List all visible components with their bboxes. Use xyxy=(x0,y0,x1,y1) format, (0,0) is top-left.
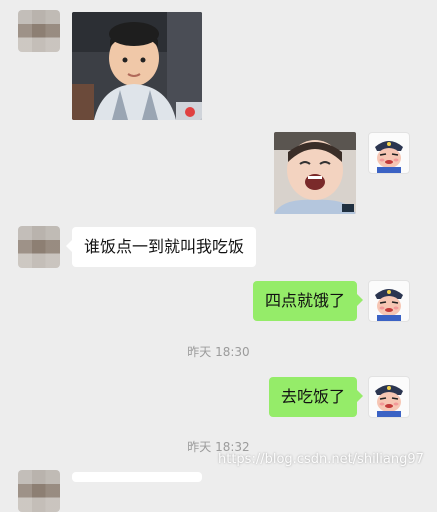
outgoing-message-bubble[interactable]: 四点就饿了 xyxy=(252,281,363,321)
message-text: 四点就饿了 xyxy=(264,291,345,310)
contact-avatar[interactable] xyxy=(18,226,60,268)
message-text: 去吃饭了 xyxy=(280,387,345,406)
cartoon-police-icon xyxy=(375,141,403,173)
outgoing-image-message[interactable] xyxy=(274,132,356,214)
bubble-tail xyxy=(357,294,363,306)
message-text: 谁饭点一到就叫我吃饭 xyxy=(84,237,245,256)
crying-baby-photo xyxy=(274,132,356,214)
contact-avatar[interactable] xyxy=(18,10,60,52)
watermark: https://blog.csdn.net/shiliang97 xyxy=(218,452,424,467)
incoming-message-bubble-partial[interactable] xyxy=(72,472,202,482)
contact-avatar[interactable] xyxy=(18,470,60,512)
timestamp: 昨天 18:30 xyxy=(187,345,250,359)
bubble-tail xyxy=(357,390,363,402)
outgoing-message-bubble[interactable]: 去吃饭了 xyxy=(268,377,363,417)
incoming-image-message[interactable] xyxy=(72,12,202,120)
cartoon-police-icon xyxy=(375,385,403,417)
my-avatar[interactable] xyxy=(368,376,410,418)
my-avatar[interactable] xyxy=(368,132,410,174)
incoming-message-bubble[interactable]: 谁饭点一到就叫我吃饭 xyxy=(66,227,257,267)
bubble-tail xyxy=(66,240,72,252)
child-photo xyxy=(72,12,202,120)
my-avatar[interactable] xyxy=(368,280,410,322)
cartoon-police-icon xyxy=(375,289,403,321)
